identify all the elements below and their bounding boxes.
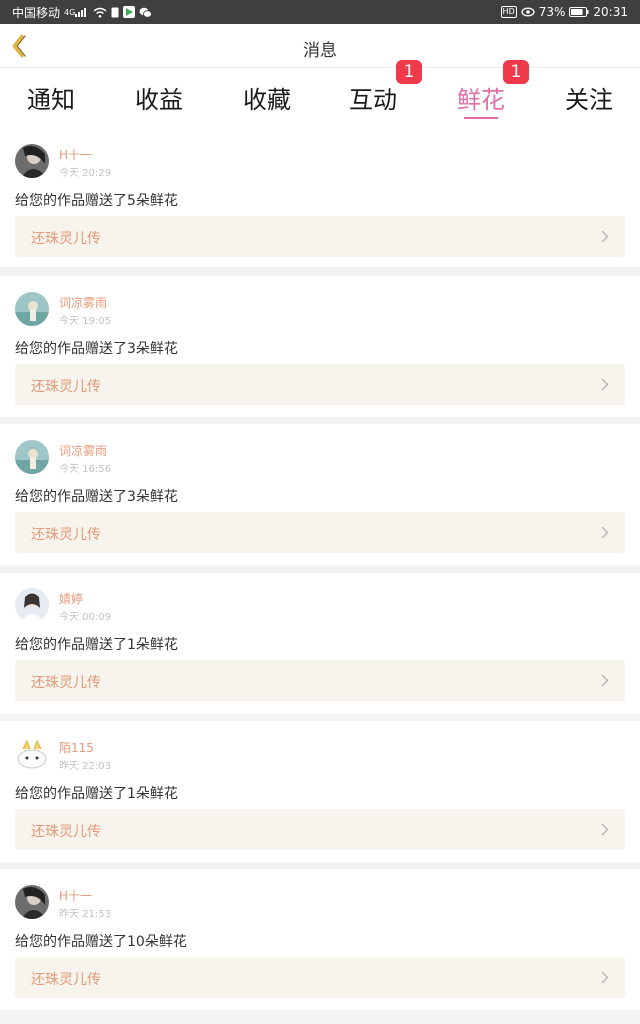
- message-text: 给您的作品赠送了1朵鲜花: [15, 637, 178, 653]
- list-item: H十一 今天 20:29 给您的作品赠送了5朵鲜花 还珠灵儿传: [0, 126, 640, 267]
- wechat-icon: [139, 7, 153, 18]
- chevron-right-icon: [601, 230, 609, 243]
- eye-icon: [521, 7, 535, 17]
- message-text: 给您的作品赠送了1朵鲜花: [15, 786, 178, 802]
- work-link[interactable]: 还珠灵儿传: [15, 809, 625, 850]
- tab-follows[interactable]: 关注: [544, 80, 634, 115]
- work-link[interactable]: 还珠灵儿传: [15, 512, 625, 553]
- username[interactable]: H十一: [59, 887, 92, 904]
- flowers-badge: 1: [503, 60, 529, 84]
- username[interactable]: 词凉雾雨: [59, 442, 107, 459]
- work-title: 还珠灵儿传: [31, 824, 101, 840]
- avatar[interactable]: [15, 885, 49, 919]
- app-header: 消息: [0, 24, 640, 68]
- username[interactable]: 词凉雾雨: [59, 294, 107, 311]
- message-text: 给您的作品赠送了10朵鲜花: [15, 934, 187, 950]
- message-time: 今天 16:56: [59, 464, 111, 475]
- message-time: 今天 19:05: [59, 316, 111, 327]
- avatar[interactable]: [15, 588, 49, 622]
- signal-type-label: 4G: [64, 7, 76, 17]
- battery-percent: 73%: [538, 5, 566, 19]
- signal-icon: 4G: [64, 7, 89, 17]
- status-bar-left: 中国移动 4G: [12, 4, 153, 21]
- play-store-icon: [123, 6, 136, 18]
- work-title: 还珠灵儿传: [31, 675, 101, 691]
- list-item: H十一 昨天 21:53 给您的作品赠送了10朵鲜花 还珠灵儿传: [0, 869, 640, 1010]
- work-link[interactable]: 还珠灵儿传: [15, 216, 625, 257]
- username[interactable]: H十一: [59, 146, 92, 163]
- tab-bar: 通知 收益 收藏 互动 鲜花 关注: [0, 68, 640, 126]
- list-item: 词凉雾雨 今天 16:56 给您的作品赠送了3朵鲜花 还珠灵儿传: [0, 424, 640, 565]
- work-title: 还珠灵儿传: [31, 379, 101, 395]
- chevron-right-icon: [601, 526, 609, 539]
- carrier-label: 中国移动: [12, 5, 61, 20]
- wifi-icon: [93, 7, 107, 18]
- status-bar: 中国移动 4G HD 73% 20:31: [0, 0, 640, 24]
- chevron-right-icon: [601, 823, 609, 836]
- message-text: 给您的作品赠送了3朵鲜花: [15, 341, 178, 357]
- page-title: 消息: [303, 41, 337, 61]
- work-title: 还珠灵儿传: [31, 972, 101, 988]
- work-link[interactable]: 还珠灵儿传: [15, 660, 625, 701]
- chevron-right-icon: [601, 378, 609, 391]
- hd-label: HD: [500, 6, 517, 18]
- message-time: 昨天 21:53: [59, 909, 111, 920]
- work-link[interactable]: 还珠灵儿传: [15, 957, 625, 998]
- message-text: 给您的作品赠送了3朵鲜花: [15, 489, 178, 505]
- username[interactable]: 陌115: [59, 739, 94, 756]
- interactions-badge: 1: [396, 60, 422, 84]
- avatar[interactable]: [15, 292, 49, 326]
- sim-icon: [111, 7, 119, 18]
- tab-flowers[interactable]: 鲜花: [436, 80, 526, 115]
- chevron-right-icon: [601, 674, 609, 687]
- message-time: 昨天 22:03: [59, 761, 111, 772]
- work-link[interactable]: 还珠灵儿传: [15, 364, 625, 405]
- tab-favorites[interactable]: 收藏: [222, 80, 312, 115]
- avatar[interactable]: [15, 737, 49, 771]
- message-time: 今天 00:09: [59, 612, 111, 623]
- clock: 20:31: [593, 5, 628, 19]
- tab-interactions[interactable]: 互动: [328, 80, 418, 115]
- work-title: 还珠灵儿传: [31, 231, 101, 247]
- message-text: 给您的作品赠送了5朵鲜花: [15, 193, 178, 209]
- list-item: 婧婷 今天 00:09 给您的作品赠送了1朵鲜花 还珠灵儿传: [0, 573, 640, 714]
- list-item: 陌115 昨天 22:03 给您的作品赠送了1朵鲜花 还珠灵儿传: [0, 721, 640, 862]
- battery-icon: [569, 7, 589, 17]
- avatar[interactable]: [15, 144, 49, 178]
- chevron-right-icon: [601, 971, 609, 984]
- message-time: 今天 20:29: [59, 168, 111, 179]
- tab-earnings[interactable]: 收益: [114, 80, 204, 115]
- status-bar-right: HD 73% 20:31: [500, 5, 628, 19]
- active-tab-indicator: [464, 117, 498, 119]
- list-item: 词凉雾雨 今天 19:05 给您的作品赠送了3朵鲜花 还珠灵儿传: [0, 276, 640, 417]
- tab-notifications[interactable]: 通知: [6, 80, 96, 115]
- username[interactable]: 婧婷: [59, 590, 83, 607]
- avatar[interactable]: [15, 440, 49, 474]
- work-title: 还珠灵儿传: [31, 527, 101, 543]
